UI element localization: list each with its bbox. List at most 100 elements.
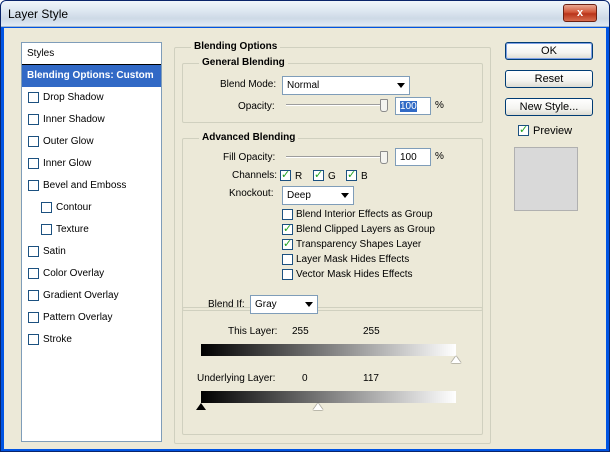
styles-item-label: Outer Glow bbox=[43, 136, 94, 147]
underlying-layer-high-slider[interactable] bbox=[313, 403, 323, 410]
texture-checkbox[interactable] bbox=[41, 224, 52, 235]
styles-list: Styles Blending Options: Custom Drop Sha… bbox=[21, 42, 162, 442]
bevel-emboss-checkbox[interactable] bbox=[28, 180, 39, 191]
drop-shadow-checkbox[interactable] bbox=[28, 92, 39, 103]
window-title: Layer Style bbox=[8, 7, 69, 21]
preview-checkbox[interactable]: ✓ bbox=[518, 124, 529, 136]
chevron-down-icon bbox=[341, 193, 349, 198]
channel-g-checkbox[interactable]: ✓ bbox=[313, 169, 324, 181]
this-layer-low: 255 bbox=[292, 326, 309, 337]
contour-checkbox[interactable] bbox=[41, 202, 52, 213]
styles-item-label: Inner Shadow bbox=[43, 114, 105, 125]
fill-opacity-slider-thumb[interactable] bbox=[380, 151, 388, 164]
pattern-overlay-checkbox[interactable] bbox=[28, 312, 39, 323]
styles-item-blending-options[interactable]: Blending Options: Custom bbox=[22, 65, 161, 87]
opacity-input[interactable]: 100 bbox=[395, 97, 431, 115]
layer-mask-checkbox[interactable] bbox=[282, 254, 293, 265]
underlying-layer-low: 0 bbox=[302, 373, 308, 384]
styles-item-gradient-overlay[interactable]: Gradient Overlay bbox=[22, 285, 161, 307]
channel-b-checkbox[interactable]: ✓ bbox=[346, 169, 357, 181]
vector-mask-label: Vector Mask Hides Effects bbox=[296, 269, 413, 280]
styles-item-label: Drop Shadow bbox=[43, 92, 104, 103]
styles-item-label: Bevel and Emboss bbox=[43, 180, 127, 191]
checkmark-icon: ✓ bbox=[283, 223, 293, 235]
styles-item-satin[interactable]: Satin bbox=[22, 241, 161, 263]
underlying-layer-gradient[interactable] bbox=[201, 391, 456, 403]
reset-button[interactable]: Reset bbox=[505, 70, 593, 88]
close-button[interactable]: x bbox=[563, 4, 597, 22]
styles-item-stroke[interactable]: Stroke bbox=[22, 329, 161, 351]
this-layer-label: This Layer: bbox=[228, 326, 278, 337]
new-style-button[interactable]: New Style... bbox=[505, 98, 593, 116]
opacity-unit: % bbox=[435, 100, 444, 111]
styles-item-texture[interactable]: Texture bbox=[22, 219, 161, 241]
knockout-value: Deep bbox=[287, 190, 311, 201]
title-bar[interactable]: Layer Style x bbox=[1, 1, 609, 27]
checkmark-icon: ✓ bbox=[347, 169, 357, 181]
styles-item-label: Satin bbox=[43, 246, 66, 257]
vector-mask-checkbox[interactable] bbox=[282, 269, 293, 280]
styles-item-label: Stroke bbox=[43, 334, 72, 345]
checkmark-icon: ✓ bbox=[519, 124, 529, 136]
opacity-slider-track[interactable] bbox=[286, 104, 388, 106]
styles-list-header[interactable]: Styles bbox=[22, 43, 161, 65]
blend-if-label: Blend If: bbox=[208, 299, 245, 310]
fill-opacity-unit: % bbox=[435, 151, 444, 162]
transparency-shapes-checkbox[interactable]: ✓ bbox=[282, 238, 293, 250]
dialog-body: Styles Blending Options: Custom Drop Sha… bbox=[4, 28, 606, 449]
channel-r-label: R bbox=[295, 171, 303, 182]
stroke-checkbox[interactable] bbox=[28, 334, 39, 345]
blend-mode-value: Normal bbox=[287, 80, 320, 91]
styles-item-inner-glow[interactable]: Inner Glow bbox=[22, 153, 161, 175]
styles-item-label: Color Overlay bbox=[43, 268, 105, 279]
color-overlay-checkbox[interactable] bbox=[28, 268, 39, 279]
inner-shadow-checkbox[interactable] bbox=[28, 114, 39, 125]
styles-item-contour[interactable]: Contour bbox=[22, 197, 161, 219]
layer-style-window: Layer Style x Styles Blending Options: C… bbox=[0, 0, 610, 452]
ok-button[interactable]: OK bbox=[505, 42, 593, 60]
blend-mode-dropdown[interactable]: Normal bbox=[282, 76, 410, 95]
checkmark-icon: ✓ bbox=[281, 169, 291, 181]
fill-opacity-input[interactable]: 100 bbox=[395, 148, 431, 166]
opacity-label: Opacity: bbox=[238, 101, 275, 112]
inner-glow-checkbox[interactable] bbox=[28, 158, 39, 169]
fill-opacity-value: 100 bbox=[400, 152, 417, 163]
styles-item-label: Pattern Overlay bbox=[43, 312, 113, 323]
styles-item-label: Inner Glow bbox=[43, 158, 92, 169]
underlying-layer-low-slider[interactable] bbox=[196, 403, 206, 410]
styles-item-label: Contour bbox=[56, 202, 92, 213]
opacity-slider-thumb[interactable] bbox=[380, 99, 388, 112]
reset-button-label: Reset bbox=[534, 73, 564, 85]
blend-if-value: Gray bbox=[255, 299, 277, 310]
styles-item-pattern-overlay[interactable]: Pattern Overlay bbox=[22, 307, 161, 329]
transparency-shapes-label: Transparency Shapes Layer bbox=[296, 239, 422, 250]
gradient-overlay-checkbox[interactable] bbox=[28, 290, 39, 301]
blend-clipped-checkbox[interactable]: ✓ bbox=[282, 223, 293, 235]
checkmark-icon: ✓ bbox=[314, 169, 324, 181]
styles-item-drop-shadow[interactable]: Drop Shadow bbox=[22, 87, 161, 109]
general-blending-title: General Blending bbox=[199, 57, 288, 68]
styles-item-color-overlay[interactable]: Color Overlay bbox=[22, 263, 161, 285]
outer-glow-checkbox[interactable] bbox=[28, 136, 39, 147]
blending-options-title: Blending Options bbox=[191, 41, 281, 52]
styles-item-inner-shadow[interactable]: Inner Shadow bbox=[22, 109, 161, 131]
underlying-layer-high: 117 bbox=[363, 373, 379, 384]
chevron-down-icon bbox=[305, 302, 313, 307]
underlying-layer-label: Underlying Layer: bbox=[197, 373, 276, 384]
blend-interior-checkbox[interactable] bbox=[282, 209, 293, 220]
layer-mask-label: Layer Mask Hides Effects bbox=[296, 254, 410, 265]
close-icon: x bbox=[576, 7, 584, 19]
styles-item-outer-glow[interactable]: Outer Glow bbox=[22, 131, 161, 153]
fill-opacity-slider-track[interactable] bbox=[286, 156, 388, 158]
satin-checkbox[interactable] bbox=[28, 246, 39, 257]
channel-r-checkbox[interactable]: ✓ bbox=[280, 169, 291, 181]
blend-if-dropdown[interactable]: Gray bbox=[250, 295, 318, 314]
channel-b-label: B bbox=[361, 171, 368, 182]
knockout-label: Knockout: bbox=[229, 188, 274, 199]
this-layer-gradient[interactable] bbox=[201, 344, 456, 356]
knockout-dropdown[interactable]: Deep bbox=[282, 186, 354, 205]
this-layer-high-slider[interactable] bbox=[451, 356, 461, 363]
styles-item-bevel-emboss[interactable]: Bevel and Emboss bbox=[22, 175, 161, 197]
blend-interior-label: Blend Interior Effects as Group bbox=[296, 209, 433, 220]
checkmark-icon: ✓ bbox=[283, 238, 293, 250]
